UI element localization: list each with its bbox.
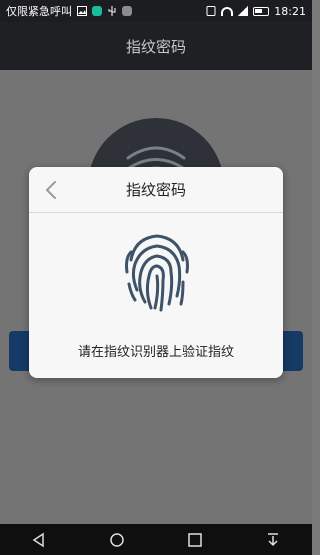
chevron-left-icon[interactable] [41, 179, 61, 201]
status-right: 18:21 [206, 5, 306, 18]
usb-icon [107, 6, 117, 16]
recent-apps-icon[interactable] [185, 530, 205, 550]
page-title: 指纹密码 [125, 37, 186, 56]
fingerprint-dialog: 指纹密码 请在指纹识别器上验证指纹 [29, 167, 283, 378]
fingerprint-icon [121, 230, 193, 316]
sim-icon [206, 6, 216, 16]
app-title-bar: 指纹密码 [0, 22, 312, 70]
dialog-message: 请在指纹识别器上验证指纹 [77, 345, 234, 360]
notification-pull-icon[interactable] [263, 530, 283, 550]
signal-icon [238, 6, 249, 16]
clock-time: 18:21 [274, 4, 306, 18]
app-notification-icon-2 [122, 6, 132, 16]
dialog-title: 指纹密码 [125, 181, 186, 199]
app-notification-icon [92, 6, 102, 16]
image-app-icon [77, 6, 87, 16]
status-bar: 仅限紧急呼叫 18:21 [0, 0, 312, 22]
dialog-header: 指纹密码 [29, 167, 283, 213]
wifi-icon [221, 6, 234, 16]
home-icon[interactable] [107, 530, 127, 550]
back-icon[interactable] [29, 530, 49, 550]
navigation-bar [0, 524, 312, 555]
carrier-text: 仅限紧急呼叫 [6, 5, 72, 18]
status-left: 仅限紧急呼叫 [6, 3, 132, 19]
battery-icon [253, 6, 270, 16]
